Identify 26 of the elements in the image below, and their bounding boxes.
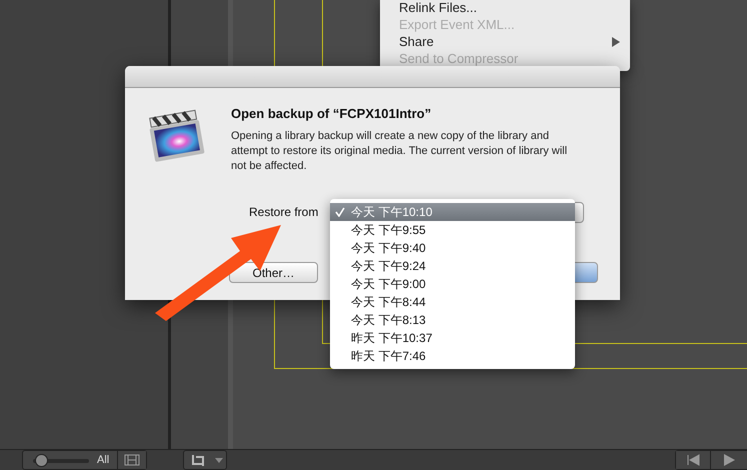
backup-option[interactable]: 今天 下午10:10 — [330, 203, 575, 221]
filmstrip-button[interactable] — [117, 451, 146, 469]
backup-option[interactable]: 今天 下午9:40 — [330, 239, 575, 257]
zoom-control[interactable]: All — [22, 450, 148, 470]
filmstrip-icon — [124, 454, 140, 466]
check-icon — [335, 207, 345, 217]
submenu-arrow-icon — [612, 36, 620, 46]
filter-label: All — [97, 454, 110, 466]
backup-option[interactable]: 今天 下午8:13 — [330, 311, 575, 329]
backup-option[interactable]: 今天 下午9:00 — [330, 275, 575, 293]
backup-option[interactable]: 今天 下午8:44 — [330, 293, 575, 311]
restore-label: Restore from — [249, 205, 318, 219]
dialog-title: Open backup of “FCPX101Intro” — [231, 106, 432, 121]
backup-option[interactable]: 昨天 下午7:46 — [330, 347, 575, 365]
zoom-slider[interactable] — [33, 454, 89, 466]
dialog-message: Opening a library backup will create a new copy of the library and attempt to restore its original media. The current version of library will not be affected. — [231, 129, 568, 174]
menu-item[interactable]: Share — [380, 33, 630, 50]
crop-button[interactable] — [183, 450, 228, 470]
skip-back-icon — [686, 454, 700, 466]
zoom-thumb[interactable] — [35, 454, 48, 466]
other-button[interactable]: Other… — [229, 262, 318, 283]
backup-option[interactable]: 昨天 下午10:37 — [330, 329, 575, 347]
menu-item[interactable]: Relink Files... — [380, 0, 630, 16]
play-icon — [723, 454, 735, 466]
backup-option[interactable]: 今天 下午9:24 — [330, 257, 575, 275]
backup-option[interactable]: 今天 下午9:55 — [330, 221, 575, 239]
